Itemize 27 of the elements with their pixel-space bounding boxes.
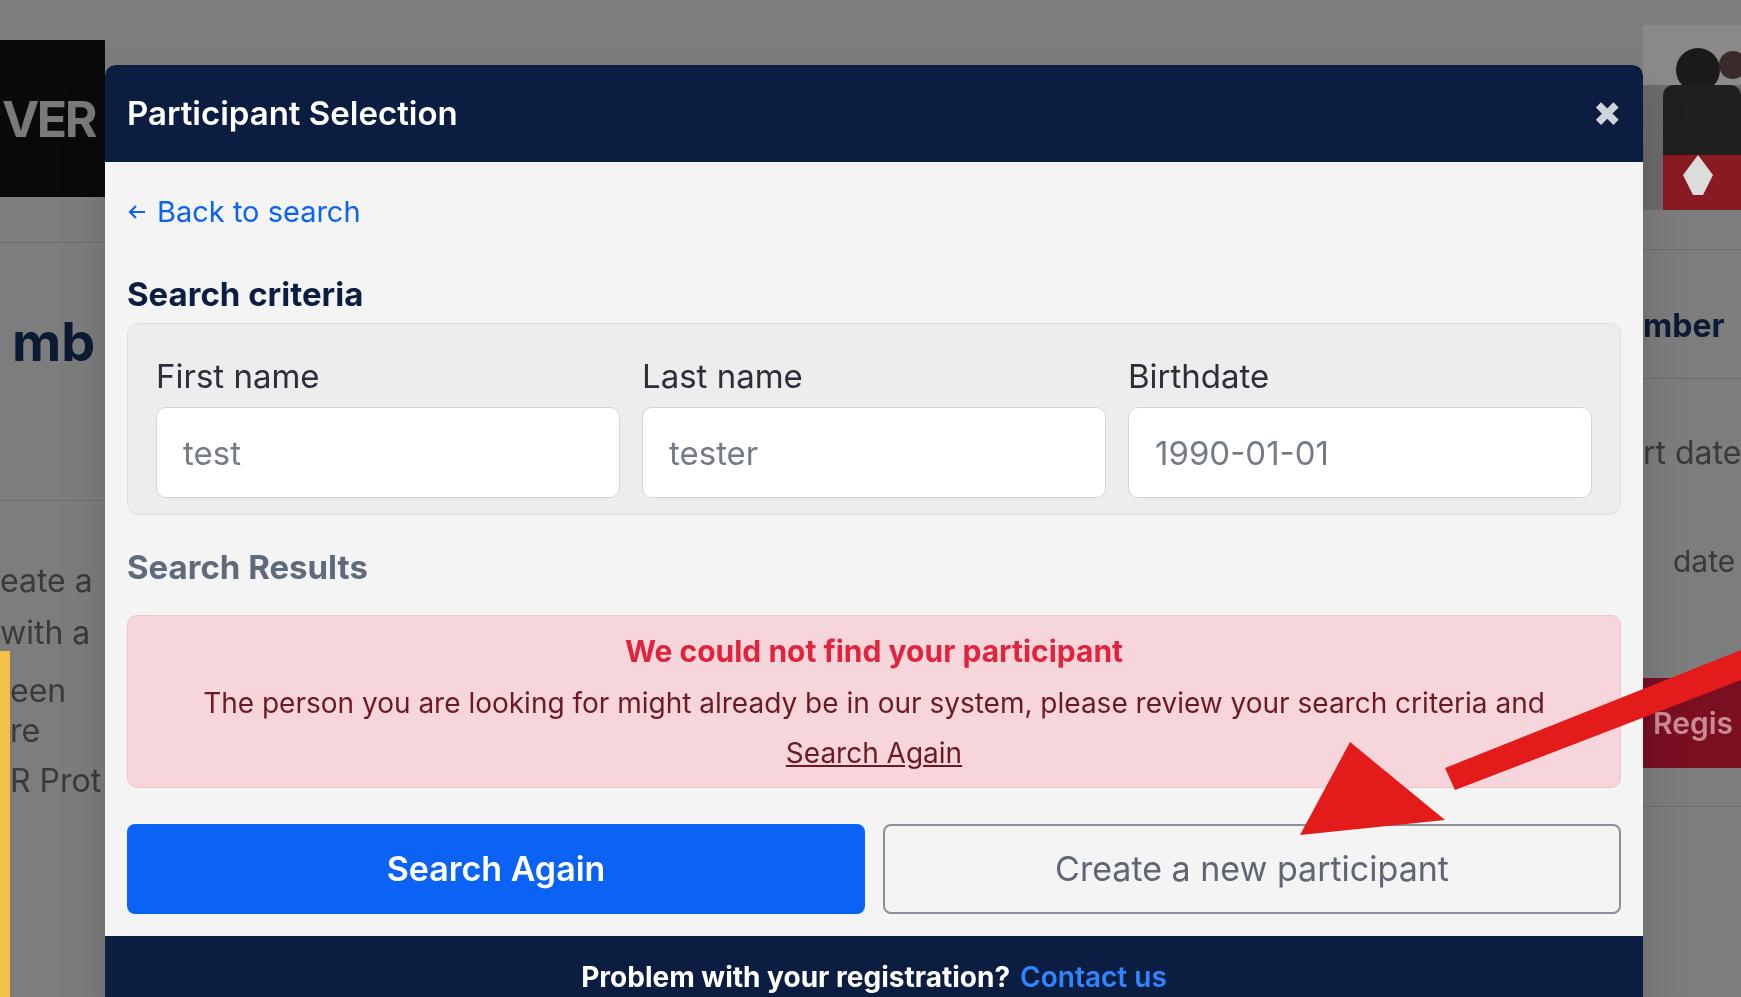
alert-message: The person you are looking for might already be in our system, please review your search criteria and [203,684,1545,722]
page-text: date [1672,542,1737,581]
field-label: First name [156,356,321,398]
page-text: een re [9,671,68,751]
contact-link[interactable]: Contact us [1020,955,1167,997]
alert-title: We could not find your participant [624,631,1124,671]
column-heading: mber [1643,305,1726,347]
back-link[interactable]: Back to search [127,190,361,234]
create-participant-button[interactable]: Create a new participant [883,823,1621,914]
search-again-link[interactable]: Search Again [785,731,963,774]
field-label: Last name [642,356,804,398]
modal-title: Participant Selection [127,91,458,135]
section-title: Search criteria [127,272,365,316]
search-again-button[interactable]: Search Again [127,823,865,914]
input-field[interactable]: tester [642,407,1106,499]
page-text: R Prot [9,761,103,801]
input-field[interactable]: 1990-01-01 [1128,407,1592,499]
logo-text: VER [1,93,97,144]
page-text: with a [0,613,92,653]
section-title: Search Results [127,546,369,590]
page-heading: mb [11,315,97,369]
page-text: rt date [1643,432,1741,474]
footer-text: Problem with your registration? [581,958,1011,996]
close-button[interactable]: ✖ [1593,96,1621,131]
page-text: eate a [0,561,94,601]
input-field[interactable]: test [156,407,620,499]
field-label: Birthdate [1128,356,1271,398]
